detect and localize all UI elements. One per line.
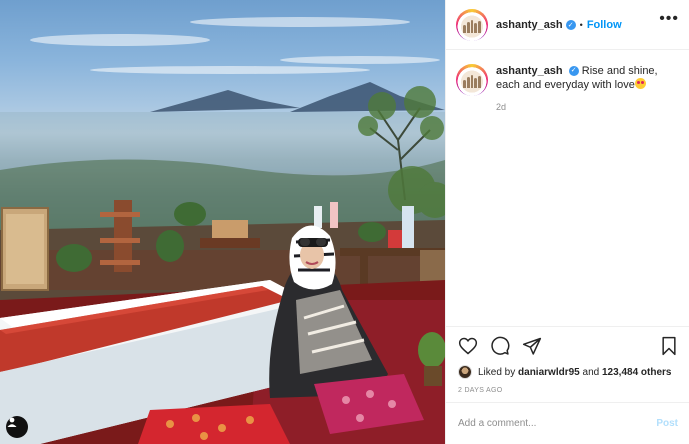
likes-count-link[interactable]: 123,484 others: [602, 367, 672, 378]
avatar-picture: [463, 19, 481, 33]
comment-icon[interactable]: [490, 336, 510, 356]
share-icon[interactable]: [522, 336, 542, 356]
post-date[interactable]: 2 DAYS AGO: [446, 379, 689, 394]
likes-middle: and: [582, 366, 600, 378]
comment-form: Post: [446, 402, 689, 444]
bookmark-icon[interactable]: [660, 336, 678, 356]
actions-area: Liked by daniarwldr95 and 123,484 others…: [446, 326, 689, 394]
verified-badge-icon: ✓: [565, 19, 576, 30]
post-comment-button[interactable]: Post: [656, 418, 678, 429]
post-header: ashanty_ash ✓ • Follow: [446, 0, 689, 50]
separator-dot: •: [579, 19, 583, 30]
photo-illustration: [0, 17, 445, 444]
comment-input[interactable]: [458, 418, 657, 429]
more-options-button[interactable]: •••: [659, 11, 679, 27]
heart-icon[interactable]: [458, 336, 478, 356]
caption-username-link[interactable]: ashanty_ash: [496, 65, 563, 77]
post-photo[interactable]: [0, 0, 445, 444]
liker-username-link[interactable]: daniarwldr95: [518, 367, 580, 378]
liker-avatar[interactable]: [458, 365, 472, 379]
heart-eyes-emoji-icon: [634, 78, 646, 89]
avatar[interactable]: [456, 8, 488, 41]
post-side-panel: ashanty_ash ✓ • Follow ashanty_ash ✓ Ris…: [445, 0, 689, 444]
person-icon: [7, 417, 17, 427]
caption: ashanty_ash ✓ Rise and shine, each and e…: [446, 50, 689, 114]
avatar-picture: [463, 74, 481, 88]
caption-avatar[interactable]: [456, 64, 488, 96]
verified-badge-icon: ✓: [568, 66, 579, 77]
likes-line: Liked by daniarwldr95 and 123,484 others: [446, 365, 689, 379]
likes-prefix: Liked by: [478, 366, 516, 378]
instagram-post: ashanty_ash ✓ • Follow ashanty_ash ✓ Ris…: [0, 0, 689, 444]
username-link[interactable]: ashanty_ash: [496, 19, 563, 31]
tagged-users-button[interactable]: [6, 416, 28, 438]
follow-button[interactable]: Follow: [587, 19, 622, 31]
caption-text-block: ashanty_ash ✓ Rise and shine, each and e…: [496, 64, 679, 114]
action-bar: [446, 327, 689, 365]
caption-age[interactable]: 2d: [496, 100, 679, 114]
